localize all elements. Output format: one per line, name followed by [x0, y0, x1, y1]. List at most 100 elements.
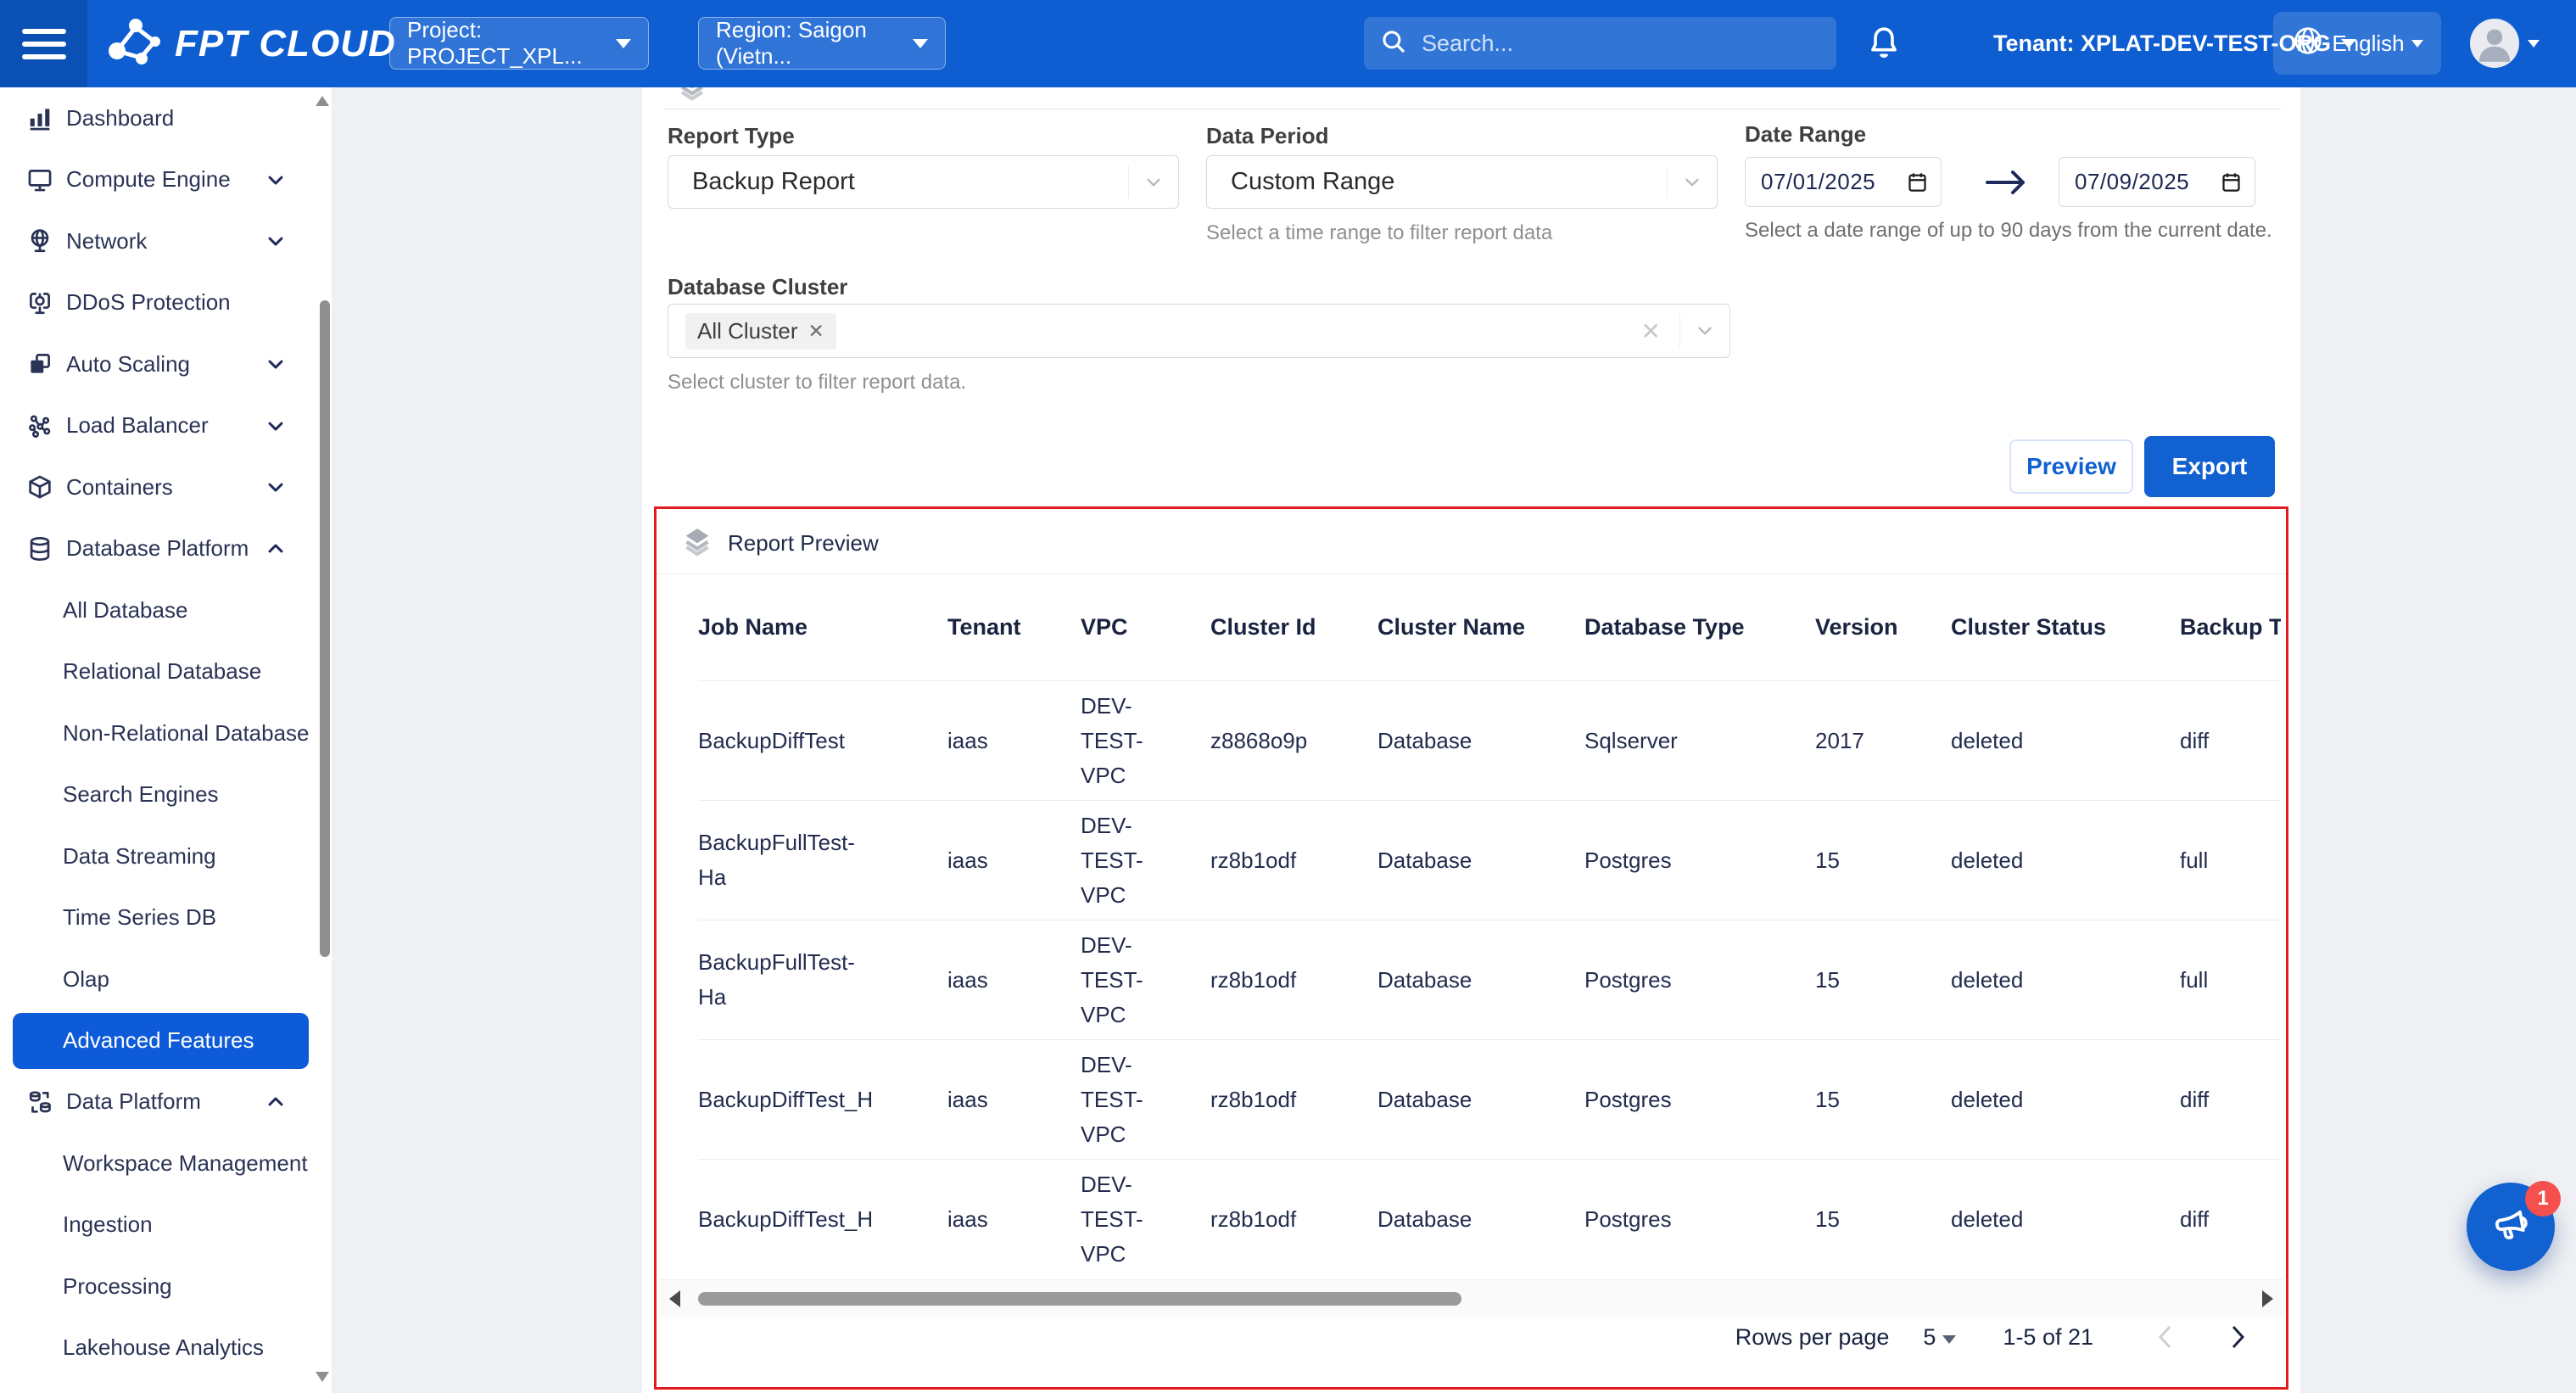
column-header-backup-ty: Backup Ty — [2180, 610, 2281, 645]
table-cell: rz8b1odf — [1210, 1083, 1377, 1117]
sidebar-item-processing[interactable]: Processing — [0, 1256, 332, 1317]
clear-icon[interactable]: ✕ — [1623, 317, 1679, 345]
sidebar-item-lakehouse-analytics[interactable]: Lakehouse Analytics — [0, 1317, 332, 1379]
sidebar-item-dashboard[interactable]: Dashboard — [0, 87, 332, 149]
chip-remove-icon[interactable]: ✕ — [807, 320, 824, 343]
sidebar-item-label: Time Series DB — [63, 904, 216, 931]
sidebar-item-ingestion[interactable]: Ingestion — [0, 1194, 332, 1256]
calendar-icon[interactable] — [1906, 171, 1929, 193]
sidebar-item-containers[interactable]: Containers — [0, 456, 332, 518]
preview-button[interactable]: Preview — [2009, 439, 2133, 494]
notification-bell-icon[interactable] — [1864, 24, 1903, 63]
sidebar-item-search-engines[interactable]: Search Engines — [0, 764, 332, 826]
table-row: BackupDiffTest_HiaasDEV-TEST-VPCrz8b1odf… — [698, 1040, 2281, 1160]
sidebar-item-data-streaming[interactable]: Data Streaming — [0, 825, 332, 887]
sidebar-item-load-balancer[interactable]: Load Balancer — [0, 395, 332, 457]
fpt-cloud-logo: FPT CLOUD — [103, 0, 396, 87]
database-cluster-multiselect[interactable]: All Cluster ✕ ✕ — [668, 304, 1730, 358]
next-page-button[interactable] — [2225, 1323, 2250, 1351]
pagination-range: 1-5 of 21 — [2003, 1324, 2093, 1351]
auto-scaling-icon — [25, 350, 54, 378]
chevron-up-icon — [264, 1090, 288, 1114]
table-cell: Postgres — [1584, 963, 1815, 998]
sidebar-item-advanced-features[interactable]: Advanced Features — [13, 1013, 309, 1069]
language-dropdown[interactable]: English — [2273, 12, 2441, 75]
rows-per-page-select[interactable]: 5 — [1923, 1324, 1956, 1351]
table-cell: deleted — [1951, 843, 2180, 878]
sidebar-item-olap[interactable]: Olap — [0, 948, 332, 1010]
user-avatar[interactable] — [2470, 19, 2540, 68]
sidebar-item-database-platform[interactable]: Database Platform — [0, 518, 332, 580]
sidebar-item-label: Database Platform — [66, 535, 249, 562]
report-type-select[interactable]: Backup Report — [668, 155, 1179, 209]
cluster-chip[interactable]: All Cluster ✕ — [685, 313, 836, 350]
table-cell: BackupDiffTest_H — [698, 1202, 947, 1237]
date-range-label: Date Range — [1745, 121, 1866, 148]
table-cell: rz8b1odf — [1210, 1202, 1377, 1237]
table-row: BackupDiffTest_HiaasDEV-TEST-VPCrz8b1odf… — [698, 1160, 2281, 1279]
search-input[interactable]: Search... — [1364, 17, 1836, 70]
scroll-left-arrow-icon[interactable] — [669, 1290, 680, 1307]
export-button[interactable]: Export — [2144, 436, 2275, 497]
sidebar-item-auto-scaling[interactable]: Auto Scaling — [0, 333, 332, 395]
table-row: BackupFullTest-HaiaasDEV-TEST-VPCrz8b1od… — [698, 801, 2281, 920]
sidebar-item-label: Relational Database — [63, 658, 261, 685]
project-dropdown-label: Project: PROJECT_XPL... — [407, 17, 601, 70]
table-cell: diff — [2180, 1083, 2281, 1117]
column-header-cluster-id: Cluster Id — [1210, 610, 1377, 645]
sidebar-item-label: Olap — [63, 966, 109, 993]
date-range-start-input[interactable]: 07/01/2025 — [1745, 157, 1942, 207]
table-row: BackupFullTest-HaiaasDEV-TEST-VPCrz8b1od… — [698, 920, 2281, 1040]
chevron-down-icon — [264, 475, 288, 499]
table-cell: rz8b1odf — [1210, 843, 1377, 878]
chevron-down-icon — [264, 352, 288, 376]
report-type-value: Backup Report — [668, 168, 855, 196]
horizontal-scrollbar-thumb[interactable] — [698, 1292, 1461, 1306]
sidebar-scrollbar-thumb[interactable] — [320, 300, 330, 957]
column-header-job-name: Job Name — [698, 610, 947, 645]
date-end-value: 07/09/2025 — [2075, 169, 2189, 195]
table-cell: Postgres — [1584, 1202, 1815, 1237]
table-cell: diff — [2180, 724, 2281, 758]
sidebar-item-relational-database[interactable]: Relational Database — [0, 641, 332, 703]
megaphone-icon — [2488, 1202, 2534, 1252]
sidebar-item-data-platform[interactable]: Data Platform — [0, 1071, 332, 1133]
table-cell: Database — [1377, 724, 1584, 758]
sidebar-item-non-relational-database[interactable]: Non-Relational Database — [0, 702, 332, 764]
table-cell: full — [2180, 843, 2281, 878]
sidebar-item-network[interactable]: Network — [0, 210, 332, 272]
table-cell: Sqlserver — [1584, 724, 1815, 758]
sidebar-item-label: Network — [66, 228, 147, 255]
calendar-icon[interactable] — [2220, 171, 2243, 193]
region-dropdown[interactable]: Region: Saigon (Vietn... — [698, 17, 946, 70]
date-range-end-input[interactable]: 07/09/2025 — [2059, 157, 2255, 207]
sidebar-item-time-series-db[interactable]: Time Series DB — [0, 887, 332, 949]
database-cluster-label: Database Cluster — [668, 274, 847, 300]
previous-page-button[interactable] — [2153, 1323, 2178, 1351]
sidebar-item-label: Containers — [66, 474, 173, 501]
sidebar-item-ddos-protection[interactable]: DDoS Protection — [0, 272, 332, 334]
cluster-chip-label: All Cluster — [697, 318, 797, 344]
avatar-icon — [2470, 19, 2519, 68]
table-cell: BackupDiffTest — [698, 724, 947, 758]
sidebar-item-workspace-management[interactable]: Workspace Management — [0, 1133, 332, 1194]
scrollbar-down-arrow-icon[interactable] — [316, 1372, 329, 1382]
data-period-select[interactable]: Custom Range — [1206, 155, 1718, 209]
hamburger-menu-icon[interactable] — [0, 0, 87, 87]
scrollbar-up-arrow-icon[interactable] — [316, 96, 329, 106]
table-cell: Database — [1377, 1083, 1584, 1117]
sidebar-item-all-database[interactable]: All Database — [0, 579, 332, 641]
caret-down-icon — [913, 39, 928, 48]
report-preview-title: Report Preview — [728, 530, 879, 557]
table-cell: iaas — [947, 1202, 1081, 1237]
column-header-database-type: Database Type — [1584, 610, 1815, 645]
scroll-right-arrow-icon[interactable] — [2262, 1290, 2273, 1307]
sidebar-item-compute-engine[interactable]: Compute Engine — [0, 149, 332, 211]
network-icon — [25, 227, 54, 255]
project-dropdown[interactable]: Project: PROJECT_XPL... — [389, 17, 649, 70]
table-cell: Database — [1377, 843, 1584, 878]
column-header-cluster-status: Cluster Status — [1951, 610, 2180, 645]
sidebar-item-label: Data Platform — [66, 1088, 201, 1115]
chevron-down-icon — [1668, 171, 1717, 193]
chevron-down-icon — [1129, 171, 1178, 193]
